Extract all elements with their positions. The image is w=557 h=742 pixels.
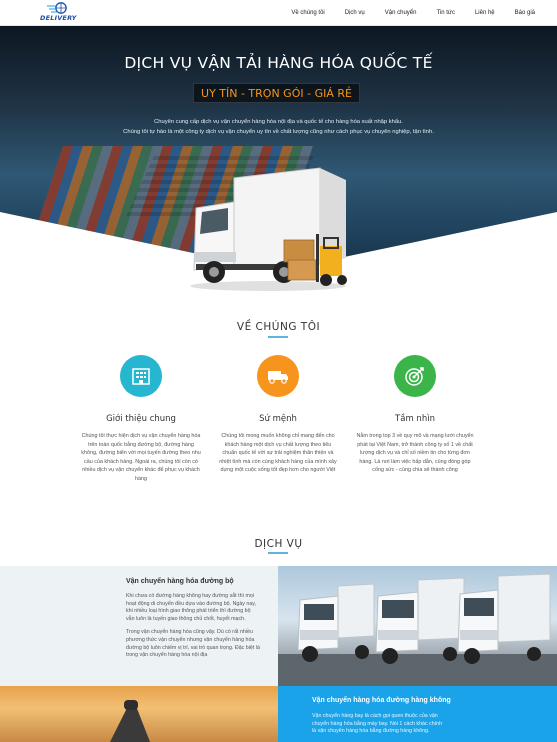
services-title-underline [268, 552, 288, 554]
nav-item-news[interactable]: Tin tức [436, 10, 454, 16]
feature-title-mission: Sứ mệnh [259, 414, 297, 424]
about-section-title: VỀ CHÚNG TÔI [236, 321, 321, 333]
services-section-title: DỊCH VỤ [254, 538, 303, 550]
nav-item-about[interactable]: Về chúng tôi [291, 10, 324, 16]
hero-banner: DỊCH VỤ VẬN TẢI HÀNG HÓA QUỐC TẾ UY TÍN … [0, 26, 557, 296]
service-air-description: Vận chuyển hàng bay là cách gọi quen thu… [312, 713, 443, 735]
trucks-fleet-image [278, 566, 557, 686]
feature-introduction: Giới thiệu chung Chúng tôi thực hiện dịc… [81, 355, 201, 484]
feature-text-vision: Nằm trong top 3 về quy mô và mạng lưới c… [356, 433, 474, 474]
nav-item-contact[interactable]: Liên hệ [475, 10, 495, 16]
forklift-image [283, 234, 347, 286]
building-icon [120, 355, 162, 397]
logo[interactable]: DELIVERY [40, 2, 80, 24]
service-road-description: Khi chưa có đường hàng không hay đường s… [126, 593, 260, 660]
top-navbar: DELIVERY Về chúng tôi Dịch vụ Vận chuyển… [0, 0, 557, 26]
nav-item-services[interactable]: Dịch vụ [345, 10, 365, 16]
feature-title-introduction: Giới thiệu chung [106, 414, 176, 424]
feature-vision: Tầm nhìn Nằm trong top 3 về quy mô và mạ… [355, 355, 475, 475]
hero-subtitle-line-2: Chúng tôi tự hào là một công ty dịch vụ … [123, 129, 434, 135]
truck-icon [257, 355, 299, 397]
nav-menu: Về chúng tôi Dịch vụ Vận chuyển Tin tức … [271, 0, 535, 26]
feature-text-introduction: Chúng tôi thực hiện dịch vụ vận chuyển h… [81, 433, 201, 482]
target-icon [394, 355, 436, 397]
airplane-image [0, 686, 278, 742]
service-road-title[interactable]: Vận chuyển hàng hóa đường bộ [126, 578, 234, 585]
service-air-title[interactable]: Vận chuyển hàng hóa đường hàng không [312, 697, 451, 704]
logo-text: DELIVERY [40, 14, 77, 22]
about-title-underline [268, 336, 288, 338]
hero-tagline-badge: UY TÍN - TRỌN GÓI - GIÁ RẺ [193, 83, 360, 103]
service-road-paragraph-2: Trong vận chuyển hàng hóa cũng vậy. Dù c… [126, 629, 260, 659]
feature-title-vision: Tầm nhìn [395, 414, 435, 424]
hero-title: DỊCH VỤ VẬN TẢI HÀNG HÓA QUỐC TẾ [124, 54, 433, 72]
feature-text-mission: Chúng tôi mong muốn không chỉ mang đến c… [219, 433, 337, 474]
feature-mission: Sứ mệnh Chúng tôi mong muốn không chỉ ma… [218, 355, 338, 475]
nav-item-shipping[interactable]: Vận chuyển [385, 10, 417, 16]
nav-item-quote[interactable]: Báo giá [515, 10, 535, 16]
delivery-logo-icon [47, 2, 67, 14]
service-road-paragraph-1: Khi chưa có đường hàng không hay đường s… [126, 593, 257, 622]
hero-subtitle-line-1: Chuyên cung cấp dịch vụ vận chuyển hàng … [154, 119, 403, 125]
